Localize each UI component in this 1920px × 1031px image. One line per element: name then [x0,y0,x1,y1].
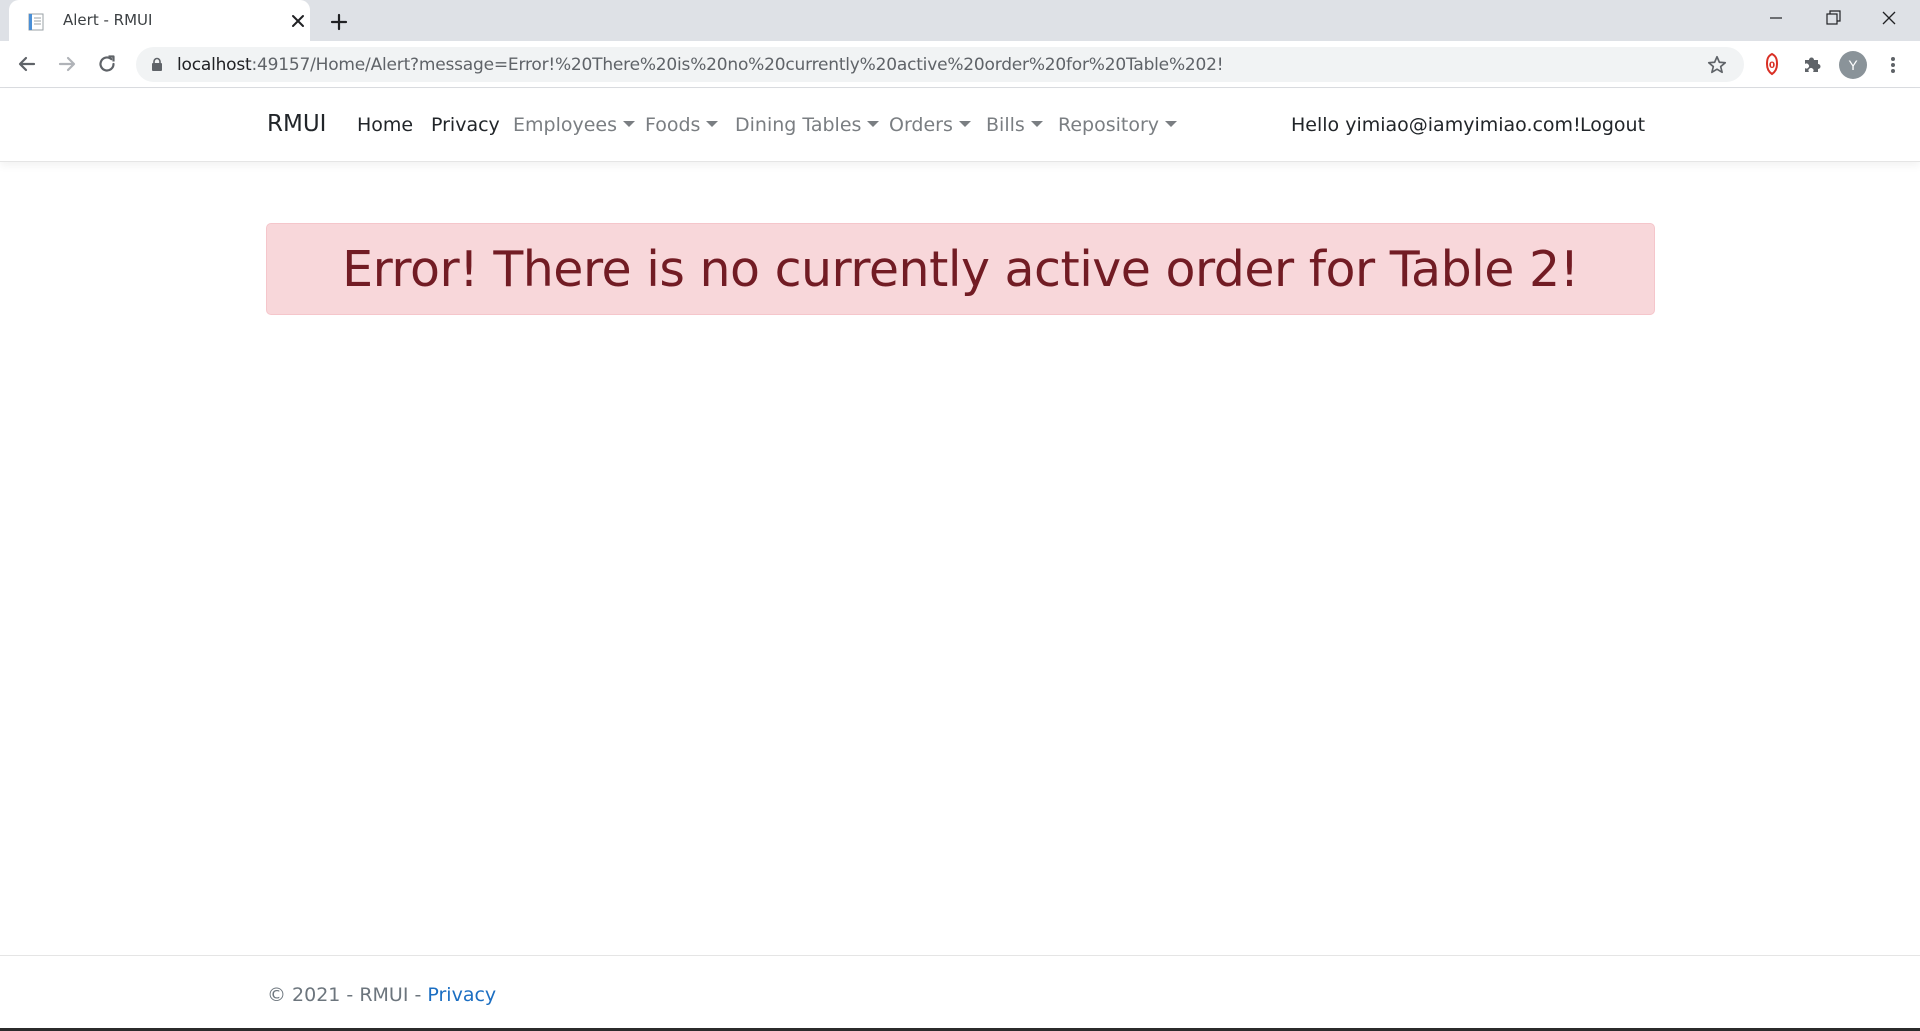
address-bar[interactable]: localhost:49157/Home/Alert?message=Error… [136,47,1744,82]
extension-shield-icon[interactable]: 0 [1758,50,1786,78]
nav-dining-tables-label: Dining Tables [735,114,862,136]
caret-down-icon [867,121,880,127]
nav-orders-dropdown[interactable]: Orders [889,114,971,136]
nav-repository-dropdown[interactable]: Repository [1058,114,1178,136]
svg-text:0: 0 [1769,61,1775,71]
nav-repository-label: Repository [1058,114,1160,136]
nav-bills-label: Bills [986,114,1025,136]
nav-dining-tables-dropdown[interactable]: Dining Tables [735,114,880,136]
url-path: :49157/Home/Alert?message=Error!%20There… [251,55,1224,75]
user-greeting-link[interactable]: Hello yimiao@iamyimiao.com! [1291,114,1581,136]
caret-down-icon [1030,121,1043,127]
puzzle-icon[interactable] [1798,50,1826,78]
nav-foods-dropdown[interactable]: Foods [645,114,719,136]
url-host: localhost [177,55,252,75]
browser-tab-active[interactable]: Alert - RMUI [9,0,310,41]
window-restore-icon[interactable] [1810,6,1856,34]
bookmark-star-icon[interactable] [1706,54,1728,76]
caret-down-icon [706,121,719,127]
nav-employees-label: Employees [513,114,617,136]
browser-tab-strip: Alert - RMUI [0,0,1920,41]
footer-copyright: © 2021 - RMUI - [267,984,428,1006]
page-favicon-icon [26,12,46,32]
new-tab-icon[interactable] [327,10,351,34]
brand-link[interactable]: RMUI [267,111,326,137]
tab-title: Alert - RMUI [63,11,153,29]
caret-down-icon [958,121,971,127]
nav-bills-dropdown[interactable]: Bills [986,114,1043,136]
tab-close-icon[interactable] [288,11,308,31]
address-url[interactable]: localhost:49157/Home/Alert?message=Error… [177,55,1224,75]
caret-down-icon [623,121,635,127]
lock-icon[interactable] [150,57,164,72]
error-alert: Error! There is no currently active orde… [266,223,1655,315]
window-minimize-icon[interactable] [1753,6,1799,34]
nav-foods-label: Foods [645,114,701,136]
nav-home-link[interactable]: Home [357,114,413,136]
footer-privacy-link[interactable]: Privacy [427,984,496,1006]
footer-text: © 2021 - RMUI - Privacy [267,984,496,1006]
page-footer: © 2021 - RMUI - Privacy [0,955,1920,1031]
browser-toolbar: localhost:49157/Home/Alert?message=Error… [0,41,1920,88]
profile-avatar[interactable]: Y [1839,51,1867,79]
site-navbar: RMUI Home Privacy Employees Foods Dining… [0,89,1920,162]
alert-message: Error! There is no currently active orde… [342,240,1579,298]
logout-button[interactable]: Logout [1580,114,1645,136]
nav-orders-label: Orders [889,114,953,136]
nav-employees-dropdown[interactable]: Employees [513,114,635,136]
caret-down-icon [1165,121,1178,127]
forward-arrow-icon[interactable] [54,51,80,77]
window-close-icon[interactable] [1866,6,1912,34]
nav-privacy-link[interactable]: Privacy [431,114,500,136]
reload-icon[interactable] [94,51,120,77]
menu-dots-icon[interactable] [1880,51,1906,79]
back-arrow-icon[interactable] [14,51,40,77]
